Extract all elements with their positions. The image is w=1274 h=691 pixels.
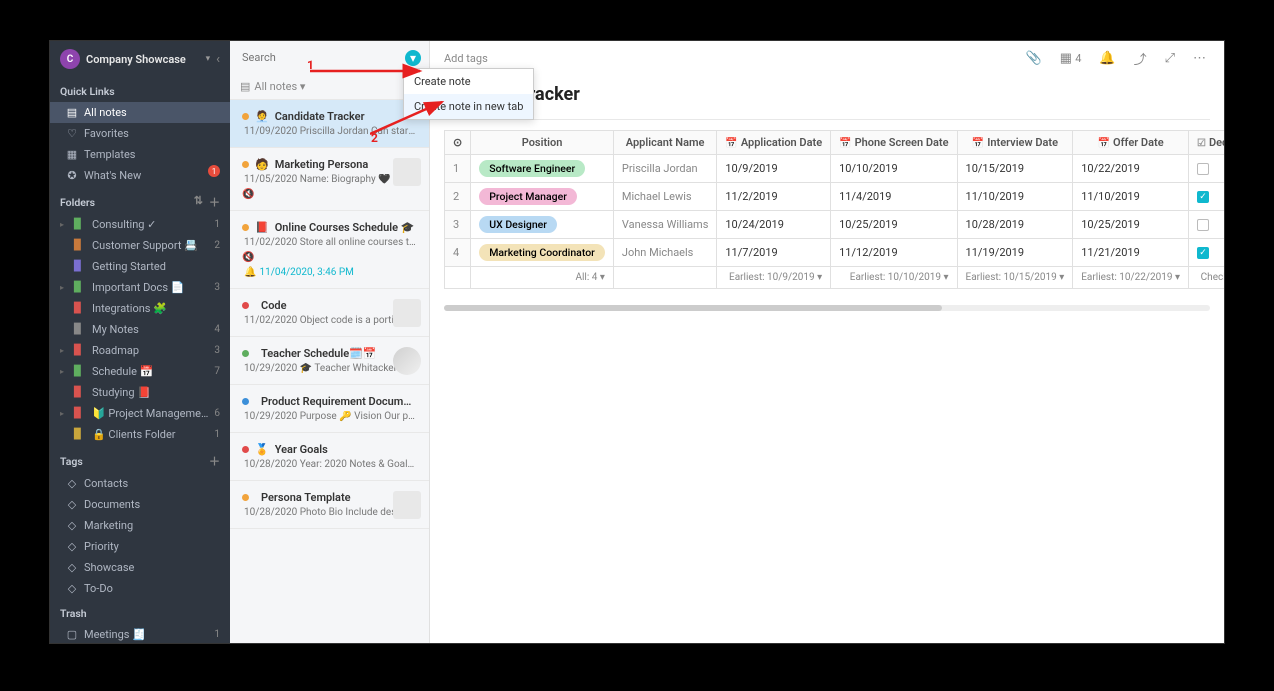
main-content: Add tags 📎 ▦ 4 🔔 ⤴ ⤢ ⋯ andidate Tracker … bbox=[430, 41, 1224, 643]
tag-icon: ◇ bbox=[66, 498, 78, 511]
note-card[interactable]: 🧑 Marketing Persona 11/05/2020 Name: Bio… bbox=[230, 148, 429, 211]
nav-icon: ▦ bbox=[66, 148, 78, 161]
tag-item[interactable]: ◇Contacts bbox=[50, 473, 230, 494]
create-note-new-tab-option[interactable]: Create note in new tab bbox=[404, 94, 533, 119]
folder-item[interactable]: ▉Customer Support 📇2 bbox=[50, 235, 230, 256]
add-folder-icon[interactable]: ＋ bbox=[209, 194, 220, 210]
horizontal-scrollbar[interactable] bbox=[444, 305, 1210, 311]
quicklink-item[interactable]: ✪What's New1 bbox=[50, 165, 230, 186]
tag-item[interactable]: ◇To-Do bbox=[50, 578, 230, 599]
table-header[interactable]: 📅Application Date bbox=[717, 131, 831, 155]
folder-item[interactable]: ▸▉Important Docs 📄3 bbox=[50, 277, 230, 298]
workspace-name: Company Showcase bbox=[86, 53, 200, 66]
folder-item[interactable]: ▉My Notes4 bbox=[50, 319, 230, 340]
folder-item[interactable]: ▸▉Schedule 📅7 bbox=[50, 361, 230, 382]
sort-icon[interactable]: ⇅ bbox=[194, 194, 203, 210]
chevron-down-icon: ▾ bbox=[206, 54, 211, 64]
expand-icon[interactable]: ⤢ bbox=[1161, 49, 1179, 68]
share-icon[interactable]: ⤴ bbox=[1130, 47, 1151, 70]
note-card[interactable]: 🏅 Year Goals 10/28/2020 Year: 2020 Notes… bbox=[230, 433, 429, 481]
workspace-header[interactable]: C Company Showcase ▾ ‹ bbox=[50, 41, 230, 77]
tag-item[interactable]: ◇Documents bbox=[50, 494, 230, 515]
table-header[interactable]: Position bbox=[471, 131, 614, 155]
annotation-2: 2 bbox=[371, 131, 378, 145]
table-row[interactable]: 1 Software Engineer Priscilla Jordan 10/… bbox=[445, 155, 1225, 183]
note-card[interactable]: 🧑‍💼 Candidate Tracker 11/09/2020 Priscil… bbox=[230, 100, 429, 148]
table-header[interactable]: ⊙ bbox=[445, 131, 471, 155]
workspace-avatar: C bbox=[60, 49, 80, 69]
note-card[interactable]: 📕 Online Courses Schedule 🎓 11/02/2020 S… bbox=[230, 211, 429, 289]
attachment-icon[interactable]: 📎 bbox=[1022, 49, 1046, 68]
annotation-1: 1 bbox=[307, 58, 314, 72]
add-tags-field[interactable]: Add tags bbox=[444, 52, 1012, 65]
tag-item[interactable]: ◇Showcase bbox=[50, 557, 230, 578]
folder-item[interactable]: ▸▉Consulting ✓1 bbox=[50, 214, 230, 235]
table-header[interactable]: ☑Declined? bbox=[1188, 131, 1224, 155]
candidate-table: ⊙ PositionApplicant Name📅Application Date… bbox=[444, 130, 1224, 289]
notes-filter[interactable]: ▤ All notes ▾ bbox=[230, 74, 429, 100]
note-card[interactable]: Teacher Schedule🗓️📅 10/29/2020 🎓 Teacher… bbox=[230, 337, 429, 385]
radio-icon: ⊙ bbox=[453, 136, 462, 149]
quicklink-item[interactable]: ▤All notes bbox=[50, 102, 230, 123]
tags-title: Tags ＋ bbox=[50, 445, 230, 473]
tag-icon: ◇ bbox=[66, 519, 78, 532]
search-input[interactable] bbox=[238, 47, 399, 68]
nav-icon: ▤ bbox=[66, 106, 78, 119]
table-header[interactable]: 📅Phone Screen Date bbox=[831, 131, 957, 155]
folders-title: Folders ⇅＋ bbox=[50, 186, 230, 214]
notes-panel: ▾ Create note Create note in new tab ▤ A… bbox=[230, 41, 430, 643]
collapse-sidebar-icon[interactable]: ‹ bbox=[216, 52, 220, 67]
bell-icon[interactable]: 🔔 bbox=[1095, 49, 1119, 68]
quicklink-item[interactable]: ▦Templates bbox=[50, 144, 230, 165]
more-icon[interactable]: ⋯ bbox=[1189, 49, 1210, 68]
nav-icon: ♡ bbox=[66, 127, 78, 140]
folder-item[interactable]: ▉Studying 📕 bbox=[50, 382, 230, 403]
nav-icon: ✪ bbox=[66, 169, 78, 182]
trash-title: Trash bbox=[50, 599, 230, 624]
notes-icon: ▤ bbox=[240, 80, 250, 93]
grid-icon[interactable]: ▦ 4 bbox=[1056, 49, 1086, 68]
summary-row: All: 4 ▾Earliest: 10/9/2019 ▾Earliest: 1… bbox=[445, 267, 1225, 289]
quicklink-item[interactable]: ♡Favorites bbox=[50, 123, 230, 144]
trash-item[interactable]: ▢Meetings 🧾1 bbox=[50, 624, 230, 643]
tag-icon: ◇ bbox=[66, 540, 78, 553]
tag-item[interactable]: ◇Priority bbox=[50, 536, 230, 557]
folder-item[interactable]: ▉🔒 Clients Folder1 bbox=[50, 424, 230, 445]
note-card[interactable]: Persona Template 10/28/2020 Photo Bio In… bbox=[230, 481, 429, 529]
note-title[interactable]: andidate Tracker bbox=[430, 76, 1224, 119]
table-header[interactable]: 📅Offer Date bbox=[1073, 131, 1189, 155]
note-card[interactable]: Code 11/02/2020 Object code is a porti..… bbox=[230, 289, 429, 337]
create-note-dropdown: Create note Create note in new tab bbox=[403, 68, 534, 120]
tag-icon: ◇ bbox=[66, 582, 78, 595]
tag-item[interactable]: ◇Marketing bbox=[50, 515, 230, 536]
table-row[interactable]: 4 Marketing Coordinator John Michaels 11… bbox=[445, 239, 1225, 267]
folder-item[interactable]: ▉Getting Started bbox=[50, 256, 230, 277]
folder-item[interactable]: ▸▉🔰 Project Management 📕6 bbox=[50, 403, 230, 424]
reminder-icon: 🔔 bbox=[244, 267, 256, 278]
create-note-button[interactable]: ▾ Create note Create note in new tab bbox=[405, 50, 421, 66]
create-note-option[interactable]: Create note bbox=[404, 69, 533, 94]
folder-item[interactable]: ▸▉Roadmap3 bbox=[50, 340, 230, 361]
quick-links-title: Quick Links bbox=[50, 77, 230, 102]
sidebar: C Company Showcase ▾ ‹ Quick Links ▤All … bbox=[50, 41, 230, 643]
note-card[interactable]: Product Requirement Document 10/29/2020 … bbox=[230, 385, 429, 433]
add-tag-icon[interactable]: ＋ bbox=[209, 453, 220, 469]
folder-item[interactable]: ▉Integrations 🧩 bbox=[50, 298, 230, 319]
tag-icon: ◇ bbox=[66, 477, 78, 490]
tag-icon: ◇ bbox=[66, 561, 78, 574]
table-row[interactable]: 2 Project Manager Michael Lewis 11/2/201… bbox=[445, 183, 1225, 211]
table-header[interactable]: 📅Interview Date bbox=[957, 131, 1073, 155]
table-row[interactable]: 3 UX Designer Vanessa Williams 10/24/201… bbox=[445, 211, 1225, 239]
table-header[interactable]: Applicant Name bbox=[613, 131, 716, 155]
